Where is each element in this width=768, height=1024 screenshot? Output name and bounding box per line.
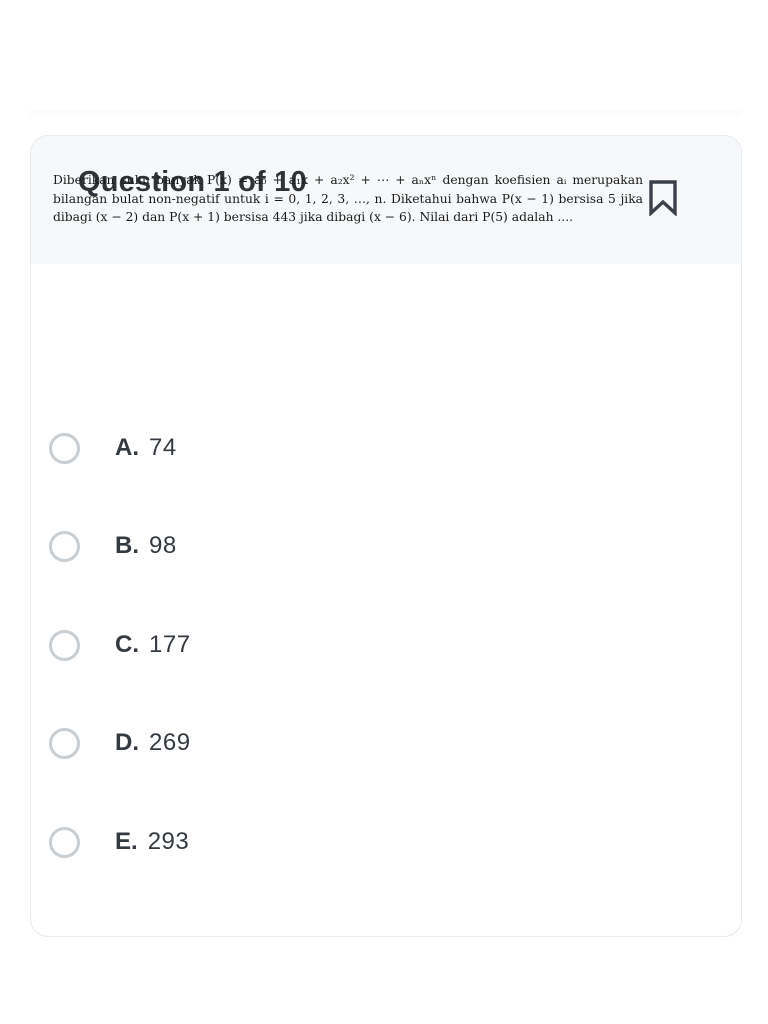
option-value: 98 bbox=[149, 532, 177, 559]
option-e[interactable]: E. 293 bbox=[49, 820, 649, 864]
bookmark-icon bbox=[649, 180, 677, 216]
radio-button[interactable] bbox=[49, 432, 80, 464]
option-value: 269 bbox=[149, 729, 191, 756]
bookmark-button[interactable] bbox=[643, 178, 683, 218]
option-value: 177 bbox=[149, 631, 191, 658]
option-c[interactable]: C. 177 bbox=[49, 623, 649, 667]
option-letter: D. bbox=[115, 729, 139, 756]
option-letter: A. bbox=[115, 434, 139, 461]
option-letter: C. bbox=[115, 631, 139, 658]
radio-button[interactable] bbox=[49, 530, 80, 562]
radio-button[interactable] bbox=[49, 629, 80, 661]
radio-button[interactable] bbox=[49, 826, 80, 858]
option-d[interactable]: D. 269 bbox=[49, 721, 649, 765]
option-value: 293 bbox=[147, 828, 190, 855]
radio-button[interactable] bbox=[49, 727, 80, 759]
question-text: Diberikan suku banyak P(x) = a₀ + a₁x + … bbox=[53, 173, 643, 224]
option-a[interactable]: A. 74 bbox=[49, 426, 649, 470]
option-letter: E. bbox=[115, 828, 138, 855]
option-letter: B. bbox=[115, 532, 139, 559]
top-divider bbox=[30, 110, 742, 120]
option-b[interactable]: B. 98 bbox=[49, 524, 649, 568]
option-value: 74 bbox=[149, 434, 177, 461]
